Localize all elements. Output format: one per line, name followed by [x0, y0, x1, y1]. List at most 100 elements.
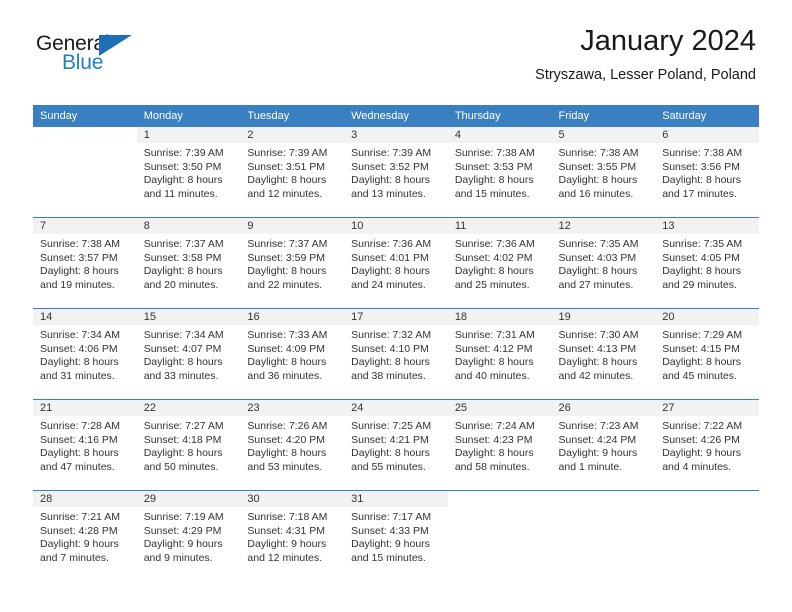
daylight-duration-line1: Daylight: 8 hours [558, 356, 638, 369]
weekday-header-thursday: Thursday [447, 105, 552, 127]
sunset-time: Sunset: 3:50 PM [143, 160, 222, 173]
daylight-duration-line1: Daylight: 8 hours [454, 447, 534, 460]
calendar-day-cell[interactable]: 26 Sunrise: 7:23 AM Sunset: 4:24 PM Dayligh… [551, 399, 656, 491]
sunrise-time: Sunrise: 7:33 AM [247, 329, 328, 341]
daylight-duration-line2: and 11 minutes. [143, 187, 218, 200]
day-number: 31 [344, 491, 448, 507]
day-cell-inner: 3 Sunrise: 7:39 AM Sunset: 3:52 PM Daylight… [344, 127, 448, 217]
day-cell-inner: 12 Sunrise: 7:35 AM Sunset: 4:03 PM Dayligh… [551, 218, 656, 308]
daylight-duration-line1: Daylight: 8 hours [247, 174, 327, 187]
sunset-time: Sunset: 4:13 PM [558, 342, 637, 355]
calendar-day-cell[interactable]: 8 Sunrise: 7:37 AM Sunset: 3:58 PM Daylight… [136, 217, 241, 309]
daylight-duration-line1: Daylight: 8 hours [40, 356, 119, 369]
day-cell-inner: 8 Sunrise: 7:37 AM Sunset: 3:58 PM Daylight… [136, 218, 241, 308]
daylight-duration-line1: Daylight: 8 hours [351, 265, 430, 278]
calendar-day-cell[interactable]: 14 Sunrise: 7:34 AM Sunset: 4:06 PM Dayligh… [33, 308, 137, 400]
sunrise-time: Sunrise: 7:38 AM [454, 147, 535, 159]
calendar-day-cell[interactable]: 7 Sunrise: 7:38 AM Sunset: 3:57 PM Daylight… [33, 217, 137, 309]
daylight-duration-line2: and 53 minutes. [247, 460, 323, 473]
calendar-day-cell[interactable]: 27 Sunrise: 7:22 AM Sunset: 4:26 PM Dayligh… [655, 399, 759, 491]
calendar-day-cell[interactable]: 29 Sunrise: 7:19 AM Sunset: 4:29 PM Dayligh… [136, 490, 241, 581]
daylight-duration-line1: Daylight: 8 hours [40, 447, 119, 460]
daylight-duration-line2: and 42 minutes. [558, 369, 634, 382]
day-number: 9 [240, 218, 345, 234]
daylight-duration-line2: and 40 minutes. [454, 369, 530, 382]
day-number: 11 [447, 218, 552, 234]
daylight-duration-line2: and 20 minutes. [143, 278, 219, 291]
sunrise-time: Sunrise: 7:17 AM [351, 511, 432, 523]
calendar-day-cell[interactable]: 10 Sunrise: 7:36 AM Sunset: 4:01 PM Dayligh… [344, 217, 448, 309]
day-number: 25 [447, 400, 552, 416]
day-number: 18 [447, 309, 552, 325]
day-number: 6 [655, 127, 759, 143]
calendar-day-cell[interactable]: 28 Sunrise: 7:21 AM Sunset: 4:28 PM Dayligh… [33, 490, 137, 581]
day-details: Sunrise: 7:33 AM Sunset: 4:09 PM Daylight:… [240, 325, 344, 383]
page-title: January 2024 [580, 25, 756, 57]
day-cell-inner [655, 491, 759, 581]
calendar-day-cell[interactable]: 9 Sunrise: 7:37 AM Sunset: 3:59 PM Daylight… [240, 217, 345, 309]
day-cell-inner: 1 Sunrise: 7:39 AM Sunset: 3:50 PM Daylight… [136, 127, 241, 217]
daylight-duration-line1: Daylight: 8 hours [143, 265, 223, 278]
calendar-day-cell[interactable]: 31 Sunrise: 7:17 AM Sunset: 4:33 PM Dayligh… [344, 490, 448, 581]
sunset-time: Sunset: 3:57 PM [40, 251, 118, 264]
sunrise-time: Sunrise: 7:21 AM [40, 511, 120, 523]
calendar-day-cell[interactable]: 12 Sunrise: 7:35 AM Sunset: 4:03 PM Dayligh… [551, 217, 656, 309]
daylight-duration-line1: Daylight: 8 hours [247, 447, 327, 460]
calendar-day-cell[interactable]: 11 Sunrise: 7:36 AM Sunset: 4:02 PM Dayligh… [447, 217, 552, 309]
calendar-day-cell[interactable]: 15 Sunrise: 7:34 AM Sunset: 4:07 PM Dayligh… [136, 308, 241, 400]
calendar-day-cell[interactable]: 5 Sunrise: 7:38 AM Sunset: 3:55 PM Daylight… [551, 127, 656, 218]
weekday-header-tuesday: Tuesday [240, 105, 345, 127]
calendar-day-cell[interactable]: 3 Sunrise: 7:39 AM Sunset: 3:52 PM Daylight… [344, 127, 448, 218]
calendar-day-cell[interactable]: 16 Sunrise: 7:33 AM Sunset: 4:09 PM Dayligh… [240, 308, 345, 400]
sunset-time: Sunset: 4:02 PM [454, 251, 533, 264]
daylight-duration-line2: and 25 minutes. [454, 278, 530, 291]
sunset-time: Sunset: 3:56 PM [662, 160, 740, 173]
day-cell-inner [447, 491, 552, 581]
daylight-duration-line1: Daylight: 8 hours [454, 174, 534, 187]
logo-text-blue: Blue [62, 51, 104, 74]
sunrise-time: Sunrise: 7:39 AM [351, 147, 432, 159]
day-cell-inner: 24 Sunrise: 7:25 AM Sunset: 4:21 PM Dayligh… [344, 400, 448, 490]
calendar-day-cell[interactable]: 18 Sunrise: 7:31 AM Sunset: 4:12 PM Dayligh… [447, 308, 552, 400]
general-blue-logo[interactable]: General Blue [36, 33, 236, 79]
calendar-day-cell[interactable]: 30 Sunrise: 7:18 AM Sunset: 4:31 PM Dayligh… [240, 490, 345, 581]
sunset-time: Sunset: 4:15 PM [662, 342, 740, 355]
calendar-day-cell[interactable]: 24 Sunrise: 7:25 AM Sunset: 4:21 PM Dayligh… [344, 399, 448, 491]
calendar-day-cell[interactable]: 23 Sunrise: 7:26 AM Sunset: 4:20 PM Dayligh… [240, 399, 345, 491]
day-cell-inner: 25 Sunrise: 7:24 AM Sunset: 4:23 PM Dayligh… [447, 400, 552, 490]
calendar-day-cell[interactable]: 6 Sunrise: 7:38 AM Sunset: 3:56 PM Daylight… [655, 127, 759, 218]
calendar-week-row: 21 Sunrise: 7:28 AM Sunset: 4:16 PM Dayligh… [33, 399, 759, 491]
calendar-day-cell[interactable]: 17 Sunrise: 7:32 AM Sunset: 4:10 PM Dayligh… [344, 308, 448, 400]
sunset-time: Sunset: 4:01 PM [351, 251, 429, 264]
day-number: 16 [240, 309, 345, 325]
daylight-duration-line2: and 24 minutes. [351, 278, 426, 291]
calendar-day-cell[interactable]: 25 Sunrise: 7:24 AM Sunset: 4:23 PM Dayligh… [447, 399, 552, 491]
calendar-day-cell[interactable]: 21 Sunrise: 7:28 AM Sunset: 4:16 PM Dayligh… [33, 399, 137, 491]
calendar-day-cell[interactable]: 13 Sunrise: 7:35 AM Sunset: 4:05 PM Dayligh… [655, 217, 759, 309]
day-details: Sunrise: 7:23 AM Sunset: 4:24 PM Daylight:… [552, 416, 656, 474]
daylight-duration-line1: Daylight: 8 hours [351, 174, 430, 187]
day-number [655, 491, 759, 507]
sunset-time: Sunset: 4:05 PM [662, 251, 740, 264]
sunset-time: Sunset: 4:31 PM [247, 524, 326, 537]
triangle-icon [99, 35, 132, 56]
calendar-day-cell[interactable]: 22 Sunrise: 7:27 AM Sunset: 4:18 PM Dayligh… [136, 399, 241, 491]
calendar-day-cell[interactable]: 1 Sunrise: 7:39 AM Sunset: 3:50 PM Daylight… [136, 127, 241, 218]
sunrise-time: Sunrise: 7:34 AM [143, 329, 224, 341]
sunrise-time: Sunrise: 7:37 AM [247, 238, 328, 250]
calendar-day-cell[interactable]: 20 Sunrise: 7:29 AM Sunset: 4:15 PM Dayligh… [655, 308, 759, 400]
calendar-day-cell[interactable]: 2 Sunrise: 7:39 AM Sunset: 3:51 PM Daylight… [240, 127, 345, 218]
day-details: Sunrise: 7:19 AM Sunset: 4:29 PM Daylight:… [137, 507, 241, 565]
calendar-week-row: 14 Sunrise: 7:34 AM Sunset: 4:06 PM Dayligh… [33, 308, 759, 400]
calendar-day-cell[interactable]: 4 Sunrise: 7:38 AM Sunset: 3:53 PM Daylight… [447, 127, 552, 218]
sunrise-time: Sunrise: 7:36 AM [351, 238, 432, 250]
daylight-duration-line1: Daylight: 9 hours [351, 538, 430, 551]
sunrise-time: Sunrise: 7:37 AM [143, 238, 224, 250]
day-details: Sunrise: 7:38 AM Sunset: 3:56 PM Daylight:… [655, 143, 759, 201]
daylight-duration-line1: Daylight: 9 hours [40, 538, 119, 551]
sunrise-time: Sunrise: 7:26 AM [247, 420, 328, 432]
daylight-duration-line2: and 4 minutes. [662, 460, 732, 473]
calendar-day-cell[interactable]: 19 Sunrise: 7:30 AM Sunset: 4:13 PM Dayligh… [551, 308, 656, 400]
day-number: 4 [447, 127, 552, 143]
title-block: January 2024 Stryszawa, Lesser Poland, P… [535, 24, 756, 85]
